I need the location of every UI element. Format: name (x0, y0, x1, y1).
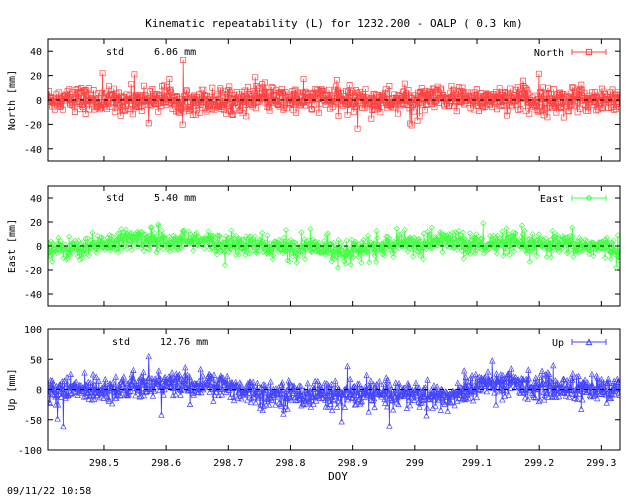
series-markers (48, 220, 620, 271)
x-tick-label: 298.7 (213, 458, 243, 469)
x-tick-label: 299.1 (462, 458, 492, 469)
series-up (48, 352, 620, 430)
x-axis-label: DOY (328, 470, 348, 483)
y-tick-label: 0 (36, 96, 42, 107)
timestamp: 09/11/22 10:58 (7, 486, 91, 496)
y-tick-label: 20 (30, 218, 42, 229)
x-tick-label: 298.8 (275, 458, 305, 469)
panel-north: -40 -20 0 20 40 North [mm] std 6.06 mm North (7, 38, 621, 162)
y-axis-label: East [mm] (7, 219, 18, 273)
y-tick-label: 50 (30, 355, 42, 366)
panel-up: -100 -50 0 50 100 298.5 298.6 298.7 298.8 298.9 29… (7, 325, 621, 469)
std-label: std (106, 193, 124, 204)
std-label: std (106, 47, 124, 58)
series-east (48, 220, 620, 271)
x-tick-label: 298.9 (338, 458, 368, 469)
y-tick-label: 40 (30, 47, 42, 58)
x-tick-label: 298.5 (89, 458, 119, 469)
y-axis-label: Up [mm] (7, 368, 18, 410)
y-tick-label: 0 (36, 386, 42, 397)
y-tick-label: -100 (18, 446, 42, 457)
y-tick-label: 20 (30, 72, 42, 83)
y-tick-label: 0 (36, 242, 42, 253)
y-tick-label: 100 (24, 325, 42, 336)
std-value: 6.06 mm (154, 47, 196, 58)
x-tick-label: 298.6 (151, 458, 181, 469)
y-tick-label: 40 (30, 194, 42, 205)
std-value: 5.40 mm (154, 193, 196, 204)
figure-title: Kinematic repeatability (L) for 1232.200… (145, 17, 523, 30)
legend-label: Up (552, 338, 564, 349)
y-tick-label: -20 (24, 120, 42, 131)
y-tick-label: -50 (24, 416, 42, 427)
x-tick-label: 299.2 (524, 458, 554, 469)
y-axis-label: North [mm] (7, 70, 18, 130)
std-value: 12.76 mm (160, 337, 208, 348)
series-markers (48, 56, 620, 132)
x-tick-label: 299 (406, 458, 424, 469)
std-label: std (112, 337, 130, 348)
panel-east: -40 -20 0 20 40 East [mm] std 5.40 mm East (7, 185, 621, 307)
y-tick-label: -20 (24, 266, 42, 277)
x-tick-label: 299.3 (586, 458, 616, 469)
series-markers (48, 352, 620, 430)
y-tick-label: -40 (24, 145, 42, 156)
repeatability-figure: Kinematic repeatability (L) for 1232.200… (7, 17, 621, 496)
legend-label: East (540, 194, 564, 205)
y-tick-label: -40 (24, 290, 42, 301)
legend-label: North (534, 48, 564, 59)
series-north (48, 56, 620, 132)
